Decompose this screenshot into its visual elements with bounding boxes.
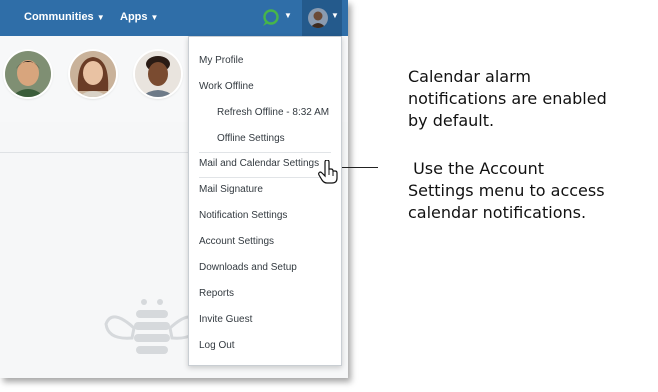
menu-item-work-offline[interactable]: Work Offline [199,81,254,92]
annotation-account-settings: Use the Account Settings menu to access … [408,158,648,224]
annotation-text: calendar notifications. [408,203,587,222]
chevron-down-icon[interactable]: ▼ [284,11,292,20]
menu-item-refresh-offline[interactable]: Refresh Offline - 8:32 AM [217,107,329,118]
menu-divider [199,152,331,153]
divider [0,152,190,153]
user-avatar-icon [308,8,328,28]
chevron-down-icon: ▼ [150,13,159,22]
menu-item-invite-guest[interactable]: Invite Guest [199,314,252,325]
nav-communities-label: Communities [24,11,94,23]
annotation-text: Use the Account [408,159,545,178]
menu-item-mail-signature[interactable]: Mail Signature [199,184,263,195]
bee-logo-icon [104,299,200,354]
avatar[interactable] [70,51,116,97]
annotation-text: notifications are enabled [408,89,607,108]
annotation-text: Settings menu to access [408,181,605,200]
nav-communities[interactable]: Communities ▼ [24,11,105,23]
menu-item-downloads-setup[interactable]: Downloads and Setup [199,262,297,273]
menu-item-account-settings[interactable]: Account Settings [199,236,274,247]
user-menu-button[interactable]: ▼ [302,0,342,36]
chevron-down-icon: ▼ [96,13,105,22]
avatar[interactable] [5,51,51,97]
account-dropdown-menu: My Profile Work Offline Refresh Offline … [188,36,342,366]
menu-item-log-out[interactable]: Log Out [199,340,235,351]
menu-item-mail-calendar-settings[interactable]: Mail and Calendar Settings [199,158,319,169]
menu-item-my-profile[interactable]: My Profile [199,55,243,66]
chevron-down-icon: ▼ [331,11,339,20]
menu-item-offline-settings[interactable]: Offline Settings [217,133,285,144]
nav-apps[interactable]: Apps ▼ [120,11,158,23]
app-screenshot: Communities ▼ Apps ▼ ▼ ▼ My Profile Work… [0,0,348,378]
pointer-hand-icon [318,160,338,184]
chat-bubble-icon[interactable] [261,9,279,27]
menu-item-notification-settings[interactable]: Notification Settings [199,210,287,221]
annotation-default-alarms: Calendar alarm notifications are enabled… [408,66,648,132]
nav-apps-label: Apps [120,11,148,23]
annotation-text: Calendar alarm [408,67,531,86]
top-navigation-bar: Communities ▼ Apps ▼ ▼ ▼ [0,0,348,36]
callout-line [342,167,378,168]
menu-item-reports[interactable]: Reports [199,288,234,299]
annotation-text: by default. [408,111,495,130]
menu-divider [199,177,331,178]
avatar[interactable] [135,51,181,97]
